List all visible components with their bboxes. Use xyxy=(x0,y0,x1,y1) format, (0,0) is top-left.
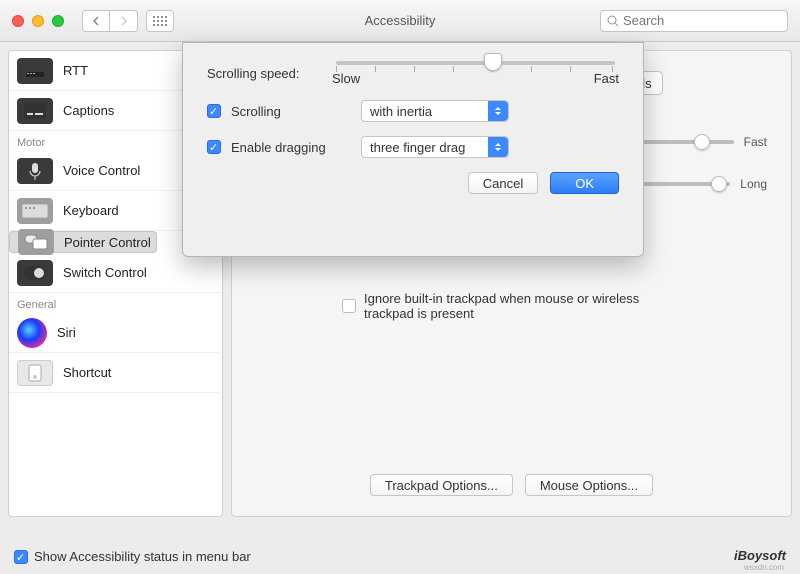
dragging-checkbox[interactable] xyxy=(207,140,221,154)
sidebar-item-label: Switch Control xyxy=(63,265,147,280)
traffic-lights xyxy=(12,15,64,27)
scrolling-select[interactable]: with inertia xyxy=(361,100,509,122)
keyboard-icon xyxy=(17,198,53,224)
search-input[interactable] xyxy=(623,13,781,28)
scrolling-speed-label: Scrolling speed: xyxy=(207,66,322,81)
rtt-icon xyxy=(17,58,53,84)
window-titlebar: Accessibility xyxy=(0,0,800,42)
search-icon xyxy=(607,15,619,27)
grid-icon xyxy=(153,16,167,26)
sidebar-item-switch-control[interactable]: Switch Control xyxy=(9,253,222,293)
captions-icon xyxy=(17,98,53,124)
ok-button[interactable]: OK xyxy=(550,172,619,194)
sidebar-item-label: Keyboard xyxy=(63,203,119,218)
slow-label: Slow xyxy=(332,71,360,86)
close-window-button[interactable] xyxy=(12,15,24,27)
sidebar-item-label: Captions xyxy=(63,103,114,118)
slider-label-fast: Fast xyxy=(744,135,767,149)
sidebar-item-label: Pointer Control xyxy=(64,235,151,250)
sidebar-item-label: RTT xyxy=(63,63,88,78)
voice-control-icon xyxy=(17,158,53,184)
sidebar-item-pointer-control[interactable]: Pointer Control xyxy=(9,231,157,253)
fast-label: Fast xyxy=(594,71,619,86)
cancel-button[interactable]: Cancel xyxy=(468,172,538,194)
scrolling-label: Scrolling xyxy=(231,104,351,119)
sidebar-item-label: Voice Control xyxy=(63,163,140,178)
switch-control-icon xyxy=(17,260,53,286)
search-field[interactable] xyxy=(600,10,788,32)
slider-label-long: Long xyxy=(740,177,767,191)
watermark-sub: wsxdn.com xyxy=(744,563,784,572)
ignore-trackpad-checkbox[interactable] xyxy=(342,299,356,313)
dragging-select[interactable]: three finger drag xyxy=(361,136,509,158)
nav-buttons xyxy=(82,10,138,32)
sidebar-item-label: Shortcut xyxy=(63,365,111,380)
minimize-window-button[interactable] xyxy=(32,15,44,27)
status-menubar-checkbox[interactable] xyxy=(14,550,28,564)
sidebar-item-siri[interactable]: Siri xyxy=(9,313,222,353)
dragging-label: Enable dragging xyxy=(231,140,351,155)
show-all-button[interactable] xyxy=(146,10,174,32)
chevron-updown-icon xyxy=(488,101,508,121)
back-button[interactable] xyxy=(82,10,110,32)
ignore-trackpad-label: Ignore built-in trackpad when mouse or w… xyxy=(364,291,684,321)
shortcut-icon xyxy=(17,360,53,386)
siri-icon xyxy=(17,318,47,348)
scrolling-speed-slider[interactable] xyxy=(336,61,615,65)
footer: Show Accessibility status in menu bar xyxy=(14,549,251,564)
status-menubar-label: Show Accessibility status in menu bar xyxy=(34,549,251,564)
chevron-updown-icon xyxy=(488,137,508,157)
sidebar-category-general: General xyxy=(9,293,222,313)
forward-button[interactable] xyxy=(110,10,138,32)
mouse-options-button[interactable]: Mouse Options... xyxy=(525,474,653,496)
trackpad-options-button[interactable]: Trackpad Options... xyxy=(370,474,513,496)
pointer-control-icon xyxy=(18,229,54,255)
trackpad-options-dialog: Scrolling speed: Slow Fast Scrolling wit… xyxy=(182,42,644,257)
sidebar-item-shortcut[interactable]: Shortcut xyxy=(9,353,222,393)
scrolling-checkbox[interactable] xyxy=(207,104,221,118)
zoom-window-button[interactable] xyxy=(52,15,64,27)
sidebar-item-label: Siri xyxy=(57,325,76,340)
